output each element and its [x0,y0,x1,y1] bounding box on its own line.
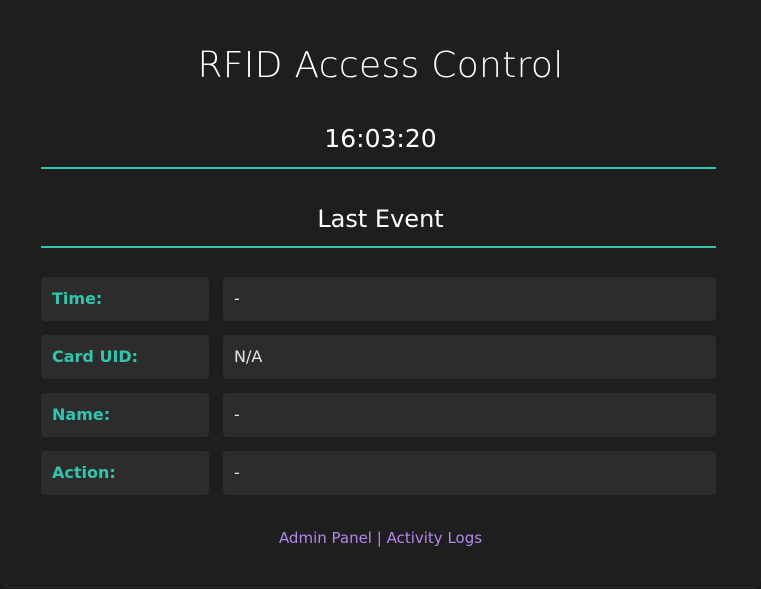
divider [41,167,716,169]
admin-panel-link[interactable]: Admin Panel [279,529,372,547]
time-label: Time: [41,277,209,321]
event-row-action: Action: - [41,451,716,495]
card-uid-label: Card UID: [41,335,209,379]
card-uid-value: N/A [223,335,716,379]
action-label: Action: [41,451,209,495]
event-row-name: Name: - [41,393,716,437]
main-panel: RFID Access Control 16:03:20 Last Event … [0,0,761,587]
current-time: 16:03:20 [324,124,437,153]
divider [41,246,716,248]
name-label: Name: [41,393,209,437]
name-value: - [223,393,716,437]
activity-logs-link[interactable]: Activity Logs [387,529,482,547]
event-row-card-uid: Card UID: N/A [41,335,716,379]
link-separator: | [371,529,387,547]
event-table: Time: - Card UID: N/A Name: - Action: - [41,277,716,509]
page-title: RFID Access Control [197,45,564,86]
section-title: Last Event [317,205,444,233]
action-value: - [223,451,716,495]
footer-links: Admin Panel | Activity Logs [0,527,761,549]
event-row-time: Time: - [41,277,716,321]
time-value: - [223,277,716,321]
